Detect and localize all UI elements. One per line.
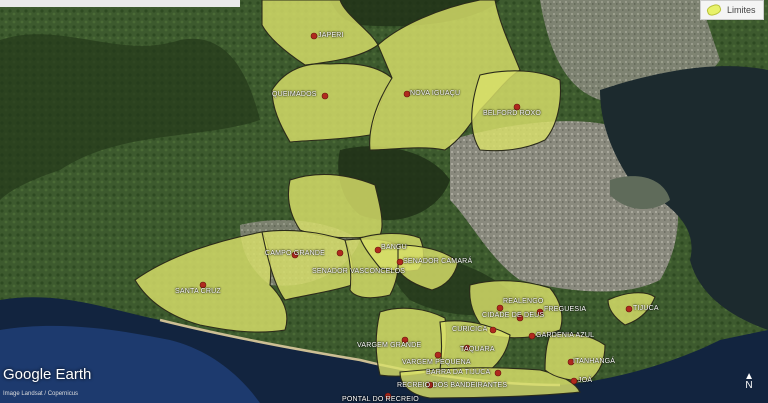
place-label-nova-iguacu: NOVA IGUAÇU <box>410 90 461 97</box>
place-label-curicica: CURICICA <box>452 326 488 333</box>
place-label-cidade-de-deus: CIDADE DE DEUS <box>482 312 545 319</box>
place-label-itanhanga: ITANHANGÁ <box>573 358 616 365</box>
place-label-pontal: PONTAL DO RECREIO <box>342 396 419 403</box>
google-earth-logo: Google Earth <box>3 366 92 383</box>
marker-realengo[interactable] <box>496 304 504 312</box>
place-label-freguesia: FREGUESIA <box>544 306 587 313</box>
image-attribution: Image Landsat / Copernicus <box>3 391 79 397</box>
place-label-bangu: BANGU <box>381 244 407 251</box>
place-label-japeri: JAPERI <box>318 32 344 39</box>
place-label-tijuca: TIJUCA <box>633 305 659 312</box>
marker-barra-da-tijuca[interactable] <box>494 369 502 377</box>
marker-senador-vasconcelos[interactable] <box>336 249 344 257</box>
place-label-vargem-grande: VARGEM GRANDE <box>357 342 422 349</box>
map-viewport[interactable]: JAPERI QUEIMADOS NOVA IGUAÇU BELFORD ROX… <box>0 0 768 403</box>
region-itanhanga[interactable] <box>544 332 606 382</box>
compass-north-arrow[interactable]: ▲ N <box>744 372 754 391</box>
marker-queimados[interactable] <box>321 92 329 100</box>
place-label-realengo: REALENGO <box>503 298 544 305</box>
compass-label: N <box>745 380 753 391</box>
legend-label: Limites <box>727 5 756 15</box>
place-label-gardenia-azul: GARDENIA AZUL <box>536 332 595 339</box>
search-bar-strip[interactable] <box>0 0 240 7</box>
marker-tijuca[interactable] <box>625 305 633 313</box>
place-label-taquara: TAQUARA <box>460 346 495 353</box>
marker-japeri[interactable] <box>310 32 318 40</box>
place-label-vargem-pequena: VARGEM PEQUENA <box>402 359 471 366</box>
place-label-senador-camara: SENADOR CAMARÁ <box>403 258 473 265</box>
place-label-joa: JOÁ <box>578 377 593 384</box>
place-label-campo-grande: CAMPO GRANDE <box>265 250 325 257</box>
place-label-senador-vasconcelos: SENADOR VASCONCELOS <box>312 268 406 275</box>
marker-joa[interactable] <box>570 377 578 385</box>
place-label-santa-cruz: SANTA CRUZ <box>175 288 221 295</box>
marker-gardenia-azul[interactable] <box>528 332 536 340</box>
legend-swatch <box>705 2 723 18</box>
place-label-barra-da-tijuca: BARRA DA TIJUCA <box>426 369 491 376</box>
place-label-belford-roxo: BELFORD ROXO <box>483 110 542 117</box>
marker-vargem-pequena[interactable] <box>434 351 442 359</box>
legend-panel[interactable]: Limites <box>700 0 764 20</box>
marker-curicica[interactable] <box>489 326 497 334</box>
place-label-recreio: RECREIO DOS BANDEIRANTES <box>397 382 508 389</box>
place-label-queimados: QUEIMADOS <box>272 91 317 98</box>
region-north-west[interactable] <box>287 174 383 239</box>
